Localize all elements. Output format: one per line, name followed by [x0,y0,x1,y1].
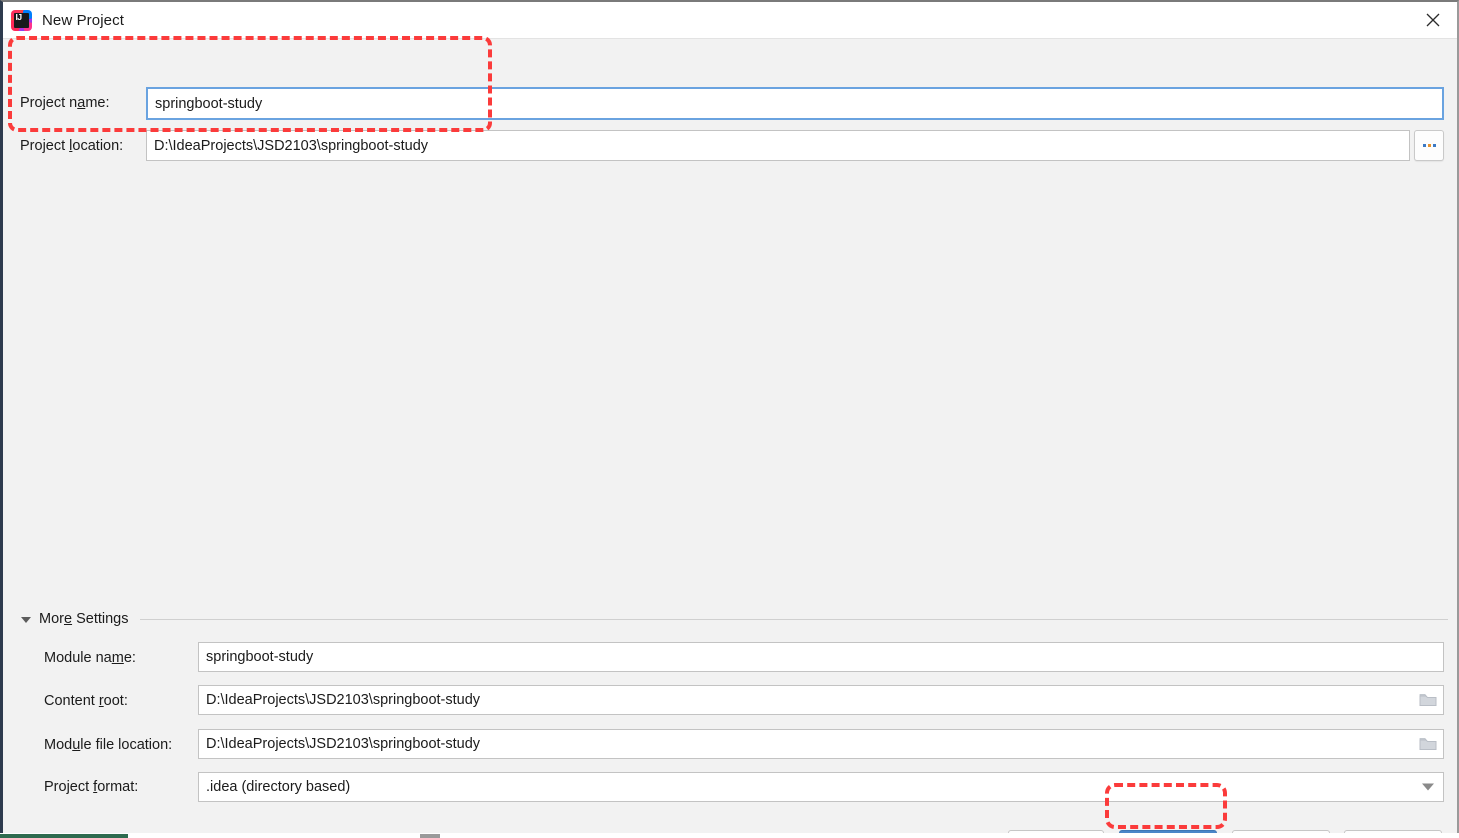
project-location-input[interactable]: D:\IdeaProjects\JSD2103\springboot-study [146,130,1410,161]
folder-icon[interactable] [1419,737,1437,752]
project-name-value: springboot-study [155,95,263,112]
window-title: New Project [42,11,124,29]
triangle-down-icon [21,616,31,623]
intellij-idea-logo-icon: IJ [11,9,32,31]
more-settings-toggle[interactable]: More Settings [21,611,1448,627]
module-file-location-label: Module file location: [44,737,173,753]
module-name-input[interactable]: springboot-study [198,642,1444,672]
content-root-value: D:\IdeaProjects\JSD2103\springboot-study [206,692,481,708]
project-location-value: D:\IdeaProjects\JSD2103\springboot-study [154,137,429,154]
content-root-input[interactable]: D:\IdeaProjects\JSD2103\springboot-study [198,685,1444,715]
project-format-label: Project format: [44,779,139,795]
module-file-location-value: D:\IdeaProjects\JSD2103\springboot-study [206,736,481,752]
module-file-location-input[interactable]: D:\IdeaProjects\JSD2103\springboot-study [198,729,1444,759]
project-name-input[interactable]: springboot-study [146,87,1444,120]
module-name-label: Module name: [44,650,136,666]
taskbar-item-a [0,834,128,838]
more-settings-label: More Settings [39,611,129,627]
dialog-body: Project name: springboot-study Project l… [3,39,1457,838]
close-icon[interactable] [1409,2,1457,37]
project-name-label: Project name: [20,95,110,111]
new-project-dialog: IJ New Project Project name: springboot-… [0,0,1459,838]
chevron-down-icon[interactable] [1422,783,1434,791]
screen: IJ New Project Project name: springboot-… [0,0,1459,838]
content-root-label: Content root: [44,693,128,709]
taskbar-strip [0,833,1459,838]
titlebar: IJ New Project [3,2,1457,39]
project-location-label: Project location: [20,138,124,154]
more-settings-divider [140,618,1448,620]
taskbar-item-b [420,834,440,838]
module-name-value: springboot-study [206,649,314,665]
folder-icon[interactable] [1419,693,1437,708]
ellipsis-icon [1422,144,1436,147]
project-format-select[interactable]: .idea (directory based) [198,772,1444,802]
project-format-value: .idea (directory based) [206,779,351,795]
project-location-browse-button[interactable] [1414,130,1444,161]
